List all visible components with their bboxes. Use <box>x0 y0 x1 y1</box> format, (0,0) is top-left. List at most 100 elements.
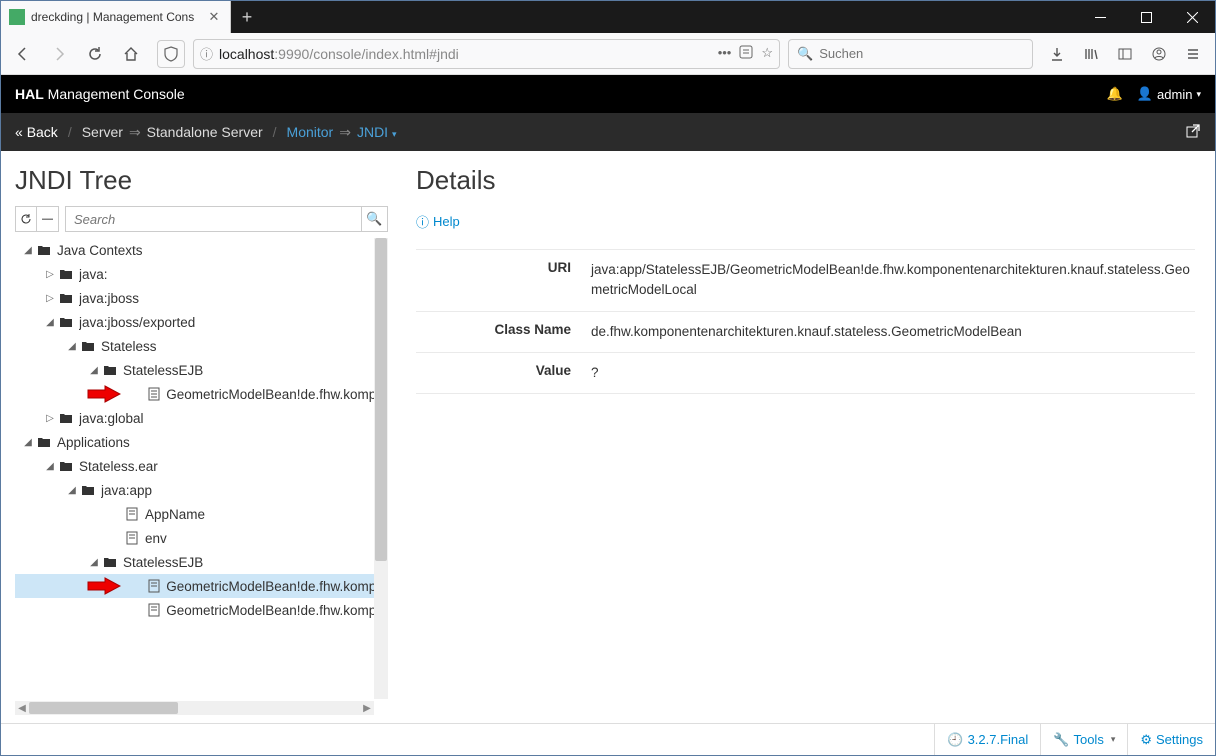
file-icon <box>145 579 162 593</box>
tree-node-java-global[interactable]: ▷java:global <box>15 406 374 430</box>
url-bar[interactable]: ⓘ localhost:9990/console/index.html#jndi… <box>193 39 780 69</box>
left-panel: JNDI Tree — 🔍 ◢Java Contexts ▷java: ▷jav… <box>1 151 396 723</box>
nav-back-button[interactable] <box>7 38 39 70</box>
tree-node-stateless-ejb[interactable]: ◢StatelessEJB <box>15 358 374 382</box>
maximize-button[interactable] <box>1123 1 1169 33</box>
tree-horizontal-scrollbar[interactable]: ◀▶ <box>15 701 374 715</box>
new-tab-button[interactable]: + <box>231 1 263 33</box>
wrench-icon: 🔧 <box>1053 732 1069 748</box>
jndi-tree: ◢Java Contexts ▷java: ▷java:jboss ◢java:… <box>15 238 374 699</box>
window-buttons <box>1077 1 1215 33</box>
folder-icon <box>79 339 97 353</box>
collapse-tree-button[interactable]: — <box>37 206 59 232</box>
tree-node-java-contexts[interactable]: ◢Java Contexts <box>15 238 374 262</box>
downloads-icon[interactable] <box>1041 38 1073 70</box>
tree-node-bean-1[interactable]: GeometricModelBean!de.fhw.kompo <box>15 382 374 406</box>
refresh-tree-button[interactable] <box>15 206 37 232</box>
browser-tab[interactable]: dreckding | Management Cons ✕ <box>1 1 231 33</box>
detail-row-class: Class Name de.fhw.komponentenarchitektur… <box>416 311 1195 352</box>
tree-node-java-app[interactable]: ◢java:app <box>15 478 374 502</box>
detail-row-value: Value ? <box>416 352 1195 394</box>
external-link-icon[interactable] <box>1185 123 1201 142</box>
info-icon: ⓘ <box>416 212 429 231</box>
sidebar-icon[interactable] <box>1109 38 1141 70</box>
detail-label-value: Value <box>416 363 591 383</box>
tree-node-bean-3[interactable]: GeometricModelBean!de.fhw.kompo <box>15 598 374 622</box>
favicon <box>9 9 25 25</box>
account-icon[interactable] <box>1143 38 1175 70</box>
tools-button[interactable]: 🔧Tools <box>1040 724 1127 755</box>
close-button[interactable] <box>1169 1 1215 33</box>
file-icon <box>145 387 162 401</box>
detail-value-value: ? <box>591 363 1195 383</box>
annotation-arrow-2 <box>87 577 121 595</box>
app-footer: 🕘3.2.7.Final 🔧Tools ⚙Settings <box>1 723 1215 755</box>
details-panel: Details ⓘHelp URI java:app/StatelessEJB/… <box>396 151 1215 723</box>
nav-reload-button[interactable] <box>79 38 111 70</box>
tree-search-button[interactable]: 🔍 <box>362 206 388 232</box>
file-icon <box>123 531 141 545</box>
app-header: HAL Management Console 🔔 👤admin ▾ <box>1 75 1215 113</box>
tree-vertical-scrollbar[interactable] <box>374 238 388 699</box>
browser-search-input[interactable] <box>819 46 1024 61</box>
gears-icon: ⚙ <box>1140 732 1152 748</box>
bell-icon[interactable]: 🔔 <box>1107 86 1123 102</box>
folder-icon <box>57 291 75 305</box>
tree-node-stateless-ejb-2[interactable]: ◢StatelessEJB <box>15 550 374 574</box>
folder-icon <box>57 267 75 281</box>
reader-icon[interactable] <box>739 45 753 62</box>
folder-icon <box>79 483 97 497</box>
menu-icon[interactable] <box>1177 38 1209 70</box>
details-title: Details <box>416 165 1195 196</box>
annotation-arrow-1 <box>87 385 121 403</box>
search-icon: 🔍 <box>797 46 813 62</box>
minimize-button[interactable] <box>1077 1 1123 33</box>
folder-icon <box>57 315 75 329</box>
tree-node-stateless-ear[interactable]: ◢Stateless.ear <box>15 454 374 478</box>
more-icon[interactable]: ••• <box>718 45 732 62</box>
tree-node-java[interactable]: ▷java: <box>15 262 374 286</box>
tree-node-bean-2-selected[interactable]: GeometricModelBean!de.fhw.kompo <box>15 574 374 598</box>
detail-value-class: de.fhw.komponentenarchitekturen.knauf.st… <box>591 322 1195 342</box>
settings-button[interactable]: ⚙Settings <box>1127 724 1215 755</box>
tree-node-java-jboss-exported[interactable]: ◢java:jboss/exported <box>15 310 374 334</box>
app-brand: HAL Management Console <box>15 86 185 102</box>
tree-search-input[interactable] <box>65 206 362 232</box>
breadcrumb-monitor[interactable]: Monitor⇒JNDI ▾ <box>287 124 397 141</box>
bookmark-icon[interactable]: ☆ <box>761 45 773 62</box>
file-icon <box>123 507 141 521</box>
site-info-icon[interactable]: ⓘ <box>200 44 213 63</box>
tab-close-icon[interactable]: ✕ <box>206 9 222 25</box>
detail-label-uri: URI <box>416 260 591 301</box>
nav-forward-button[interactable] <box>43 38 75 70</box>
window-titlebar: dreckding | Management Cons ✕ + <box>1 1 1215 33</box>
tree-node-appname[interactable]: AppName <box>15 502 374 526</box>
help-link[interactable]: ⓘHelp <box>416 212 460 231</box>
detail-label-class: Class Name <box>416 322 591 342</box>
file-icon <box>145 603 162 617</box>
tree-node-java-jboss[interactable]: ▷java:jboss <box>15 286 374 310</box>
tab-title: dreckding | Management Cons <box>31 10 200 24</box>
user-menu[interactable]: 👤admin ▾ <box>1137 86 1201 102</box>
url-text: localhost:9990/console/index.html#jndi <box>219 46 718 62</box>
browser-navbar: ⓘ localhost:9990/console/index.html#jndi… <box>1 33 1215 75</box>
browser-search[interactable]: 🔍 <box>788 39 1033 69</box>
breadcrumb-server: Server⇒Standalone Server <box>82 124 263 141</box>
folder-icon <box>57 459 75 473</box>
breadcrumb-bar: « Back / Server⇒Standalone Server / Moni… <box>1 113 1215 151</box>
tree-node-applications[interactable]: ◢Applications <box>15 430 374 454</box>
tracking-shield-icon[interactable] <box>157 40 185 68</box>
version-button[interactable]: 🕘3.2.7.Final <box>934 724 1040 755</box>
user-icon: 👤 <box>1137 86 1153 102</box>
tree-node-env[interactable]: env <box>15 526 374 550</box>
jndi-tree-title: JNDI Tree <box>15 165 388 196</box>
folder-icon <box>35 435 53 449</box>
nav-home-button[interactable] <box>115 38 147 70</box>
breadcrumb-back[interactable]: « Back <box>15 124 58 140</box>
tree-node-stateless[interactable]: ◢Stateless <box>15 334 374 358</box>
folder-icon <box>35 243 53 257</box>
detail-row-uri: URI java:app/StatelessEJB/GeometricModel… <box>416 249 1195 311</box>
clock-icon: 🕘 <box>947 732 963 748</box>
library-icon[interactable] <box>1075 38 1107 70</box>
folder-icon <box>101 363 119 377</box>
